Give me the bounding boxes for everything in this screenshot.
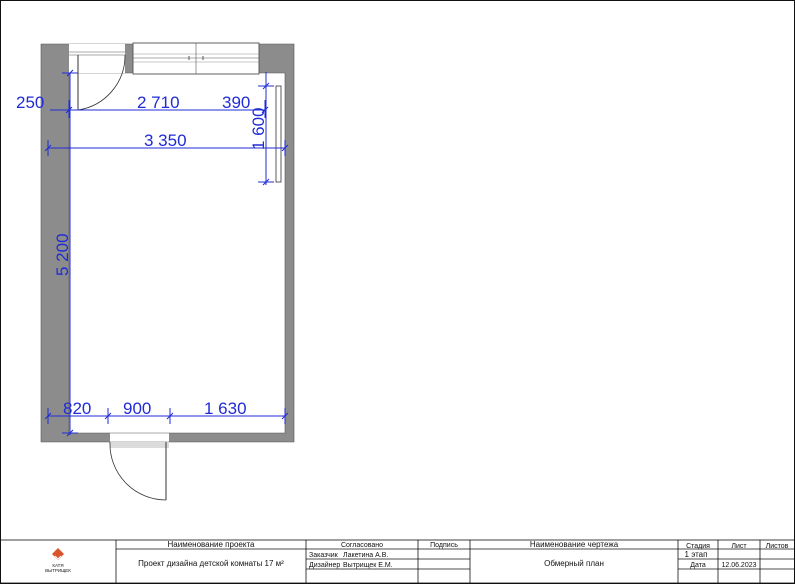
dim-bottom-right: 1 630: [204, 399, 247, 418]
logo-text-2: ВЫТРИЩЕК: [45, 568, 71, 573]
logo-mark-icon: [52, 548, 64, 560]
sheets-header: Листов: [766, 543, 789, 550]
drawing-name: Обмерный план: [544, 559, 604, 568]
date-label: Дата: [690, 562, 706, 569]
stage-value: 1 этап: [685, 550, 708, 559]
dim-top-right: 390: [222, 93, 250, 112]
customer-name: Лакетина А.В.: [343, 552, 388, 559]
title-block: [0, 539, 795, 584]
dim-window-height: 1 600: [249, 107, 268, 150]
project-name-header: Наименование проекта: [168, 540, 256, 549]
approved-header: Согласовано: [341, 542, 383, 549]
designer-name: Вытрищек Е.М.: [343, 562, 393, 569]
sheet-header: Лист: [731, 543, 747, 550]
signature-header: Подпись: [430, 542, 458, 549]
logo: КАТЯ ВЫТРИЩЕК: [45, 548, 71, 573]
project-name: Проект дизайна детской комнаты 17 м²: [138, 559, 284, 568]
date-value: 12.06.2023: [721, 562, 756, 569]
designer-label: Дизайнер: [309, 561, 340, 569]
radiator-right: [275, 85, 282, 183]
dim-room-length: 5 200: [53, 233, 72, 276]
dim-bottom-left: 820: [63, 399, 91, 418]
drawing-name-header: Наименование чертежа: [530, 540, 619, 549]
door-bottom: [109, 432, 169, 501]
floor-plan-drawing: 250 2 710 390 3 350 1 600 5 200 820 900 …: [0, 0, 795, 584]
dim-top-left: 250: [16, 93, 44, 112]
stage-header: Стадия: [686, 543, 710, 550]
window-top: [132, 42, 260, 75]
sheet-frame: [0, 0, 795, 584]
dim-top-mid: 2 710: [137, 93, 180, 112]
door-top-left: [69, 44, 126, 111]
dim-bottom-door: 900: [123, 399, 151, 418]
customer-label: Заказчик: [309, 552, 339, 559]
dim-overall-width: 3 350: [144, 131, 187, 150]
drawing-sheet: 250 2 710 390 3 350 1 600 5 200 820 900 …: [0, 0, 795, 584]
